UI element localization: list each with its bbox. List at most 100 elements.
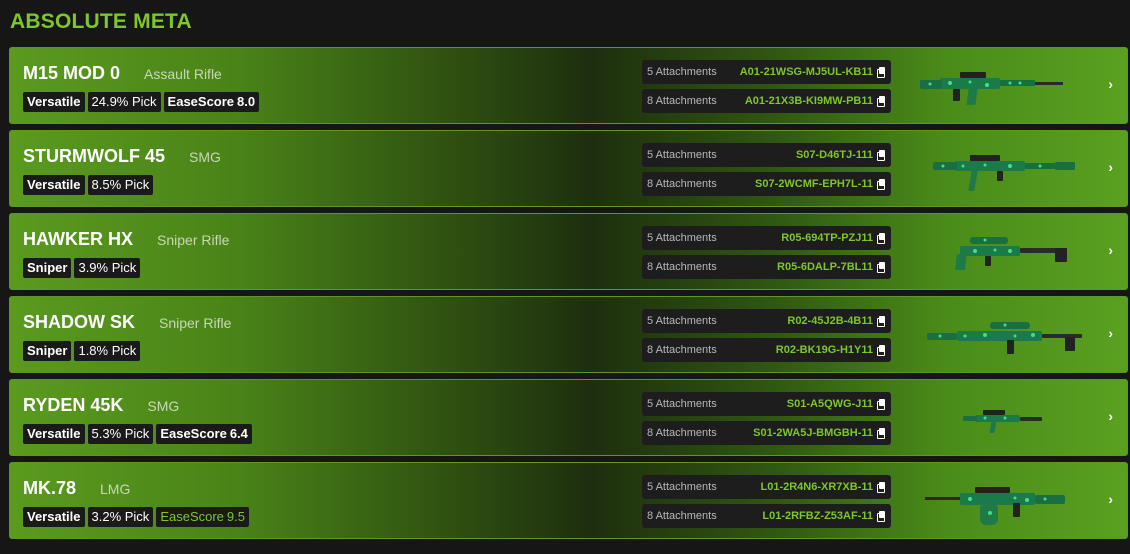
easescore-value: 6.4 (229, 426, 248, 441)
smg-icon (963, 410, 1042, 433)
chevron-right-icon[interactable]: › (1108, 325, 1113, 341)
chevron-right-icon[interactable]: › (1108, 408, 1113, 424)
chevron-right-icon[interactable]: › (1108, 159, 1113, 175)
build-code-value: S01-A5QWG-J11 (786, 398, 873, 410)
build-code-value: L01-2RFBZ-Z53AF-11 (762, 510, 873, 522)
copy-icon[interactable] (877, 316, 886, 327)
attachments-label: 8 Attachments (647, 178, 717, 190)
build-code-8-attachments[interactable]: 8 Attachments L01-2RFBZ-Z53AF-11 (642, 504, 891, 528)
weapon-tags: Versatile 24.9% Pick EaseScore 8.0 (23, 92, 260, 112)
role-badge: Versatile (23, 424, 85, 444)
copy-icon[interactable] (877, 179, 886, 190)
attachments-label: 8 Attachments (647, 344, 717, 356)
build-code-value: A01-21WSG-MJ5UL-KB11 (739, 66, 873, 78)
easescore-badge: EaseScore 8.0 (163, 92, 260, 112)
role-badge: Versatile (23, 507, 85, 527)
weapon-tags: Versatile 3.2% Pick EaseScore 9.5 (23, 507, 249, 527)
pick-rate-badge: 24.9% Pick (87, 92, 161, 112)
weapon-class: Sniper Rifle (159, 315, 232, 331)
build-codes: 5 Attachments S01-A5QWG-J11 8 Attachment… (642, 392, 891, 450)
build-code-8-attachments[interactable]: 8 Attachments S07-2WCMF-EPH7L-11 (642, 172, 891, 196)
weapon-row-mk78[interactable]: MK.78 LMG Versatile 3.2% Pick EaseScore 9… (9, 462, 1128, 539)
weapon-name: SHADOW SK (23, 312, 135, 332)
build-code-5-attachments[interactable]: 5 Attachments L01-2R4N6-XR7XB-11 (642, 475, 891, 499)
copy-icon[interactable] (877, 233, 886, 244)
easescore-label: EaseScore (160, 509, 224, 524)
build-code-5-attachments[interactable]: 5 Attachments R02-45J2B-4B11 (642, 309, 891, 333)
weapon-row-sturmwolf-45[interactable]: STURMWOLF 45 SMG Versatile 8.5% Pick 5 A… (9, 130, 1128, 207)
weapon-class: Sniper Rifle (157, 232, 230, 248)
build-code-8-attachments[interactable]: 8 Attachments A01-21X3B-KI9MW-PB11 (642, 89, 891, 113)
chevron-right-icon[interactable]: › (1108, 491, 1113, 507)
build-code-value: R05-6DALP-7BL11 (777, 261, 873, 273)
easescore-badge: EaseScore 6.4 (156, 424, 252, 444)
build-code-value: S07-D46TJ-111 (795, 149, 873, 161)
copy-icon[interactable] (877, 345, 886, 356)
build-code-value: L01-2R4N6-XR7XB-11 (760, 481, 874, 493)
weapon-name: RYDEN 45K (23, 395, 124, 415)
build-code-5-attachments[interactable]: 5 Attachments S07-D46TJ-111 (642, 143, 891, 167)
pick-rate-badge: 1.8% Pick (74, 341, 141, 361)
copy-icon[interactable] (877, 428, 886, 439)
attachments-label: 5 Attachments (647, 481, 717, 493)
weapon-row-m15-mod-0[interactable]: M15 MOD 0 Assault Rifle Versatile 24.9% … (9, 47, 1128, 124)
build-codes: 5 Attachments A01-21WSG-MJ5UL-KB11 8 Att… (642, 60, 891, 118)
build-code-5-attachments[interactable]: 5 Attachments R05-694TP-PZJ11 (642, 226, 891, 250)
copy-icon[interactable] (877, 399, 886, 410)
build-code-value: R05-694TP-PZJ11 (781, 232, 873, 244)
weapon-tags: Versatile 5.3% Pick EaseScore 6.4 (23, 424, 252, 444)
attachments-label: 5 Attachments (647, 315, 717, 327)
build-codes: 5 Attachments S07-D46TJ-111 8 Attachment… (642, 143, 891, 201)
build-code-value: S01-2WA5J-BMGBH-11 (753, 427, 873, 439)
attachments-label: 8 Attachments (647, 427, 717, 439)
section-title: ABSOLUTE META (10, 10, 192, 33)
weapon-name: HAWKER HX (23, 229, 134, 249)
role-badge: Versatile (23, 175, 85, 195)
chevron-right-icon[interactable]: › (1108, 242, 1113, 258)
easescore-value: 8.0 (237, 94, 256, 109)
build-code-8-attachments[interactable]: 8 Attachments R02-BK19G-H1Y11 (642, 338, 891, 362)
role-badge: Sniper (23, 258, 72, 278)
build-code-8-attachments[interactable]: 8 Attachments S01-2WA5J-BMGBH-11 (642, 421, 891, 445)
attachments-label: 5 Attachments (647, 398, 717, 410)
copy-icon[interactable] (877, 96, 886, 107)
copy-icon[interactable] (877, 150, 886, 161)
attachments-label: 8 Attachments (647, 510, 717, 522)
weapon-class: LMG (100, 481, 131, 497)
copy-icon[interactable] (877, 482, 886, 493)
copy-icon[interactable] (877, 262, 886, 273)
build-code-value: S07-2WCMF-EPH7L-11 (755, 178, 873, 190)
easescore-value: 9.5 (226, 509, 245, 524)
weapon-row-shadow-sk[interactable]: SHADOW SK Sniper Rifle Sniper 1.8% Pick … (9, 296, 1128, 373)
attachments-label: 5 Attachments (647, 232, 717, 244)
copy-icon[interactable] (877, 511, 886, 522)
weapon-row-ryden-45k[interactable]: RYDEN 45K SMG Versatile 5.3% Pick EaseSc… (9, 379, 1128, 456)
pick-rate-badge: 8.5% Pick (87, 175, 154, 195)
pick-rate-badge: 3.9% Pick (74, 258, 141, 278)
build-code-8-attachments[interactable]: 8 Attachments R05-6DALP-7BL11 (642, 255, 891, 279)
attachments-label: 5 Attachments (647, 66, 717, 78)
build-codes: 5 Attachments L01-2R4N6-XR7XB-11 8 Attac… (642, 475, 891, 533)
sniper-rifle-icon (955, 237, 1067, 270)
pick-rate-badge: 3.2% Pick (87, 507, 154, 527)
chevron-right-icon[interactable]: › (1108, 76, 1113, 92)
attachments-label: 8 Attachments (647, 261, 717, 273)
smg-icon (933, 155, 1075, 191)
build-code-5-attachments[interactable]: 5 Attachments S01-A5QWG-J11 (642, 392, 891, 416)
build-code-5-attachments[interactable]: 5 Attachments A01-21WSG-MJ5UL-KB11 (642, 60, 891, 84)
assault-rifle-icon (920, 72, 1063, 105)
weapon-tags: Sniper 3.9% Pick (23, 258, 141, 278)
easescore-badge: EaseScore 9.5 (156, 507, 249, 527)
copy-icon[interactable] (877, 67, 886, 78)
weapon-list: M15 MOD 0 Assault Rifle Versatile 24.9% … (9, 47, 1128, 545)
build-codes: 5 Attachments R05-694TP-PZJ11 8 Attachme… (642, 226, 891, 284)
weapon-name: STURMWOLF 45 (23, 146, 165, 166)
easescore-label: EaseScore (167, 94, 235, 109)
weapon-row-hawker-hx[interactable]: HAWKER HX Sniper Rifle Sniper 3.9% Pick … (9, 213, 1128, 290)
sniper-rifle-icon (927, 322, 1082, 354)
role-badge: Versatile (23, 92, 85, 112)
attachments-label: 8 Attachments (647, 95, 717, 107)
role-badge: Sniper (23, 341, 72, 361)
easescore-label: EaseScore (160, 426, 227, 441)
build-code-value: R02-45J2B-4B11 (787, 315, 873, 327)
